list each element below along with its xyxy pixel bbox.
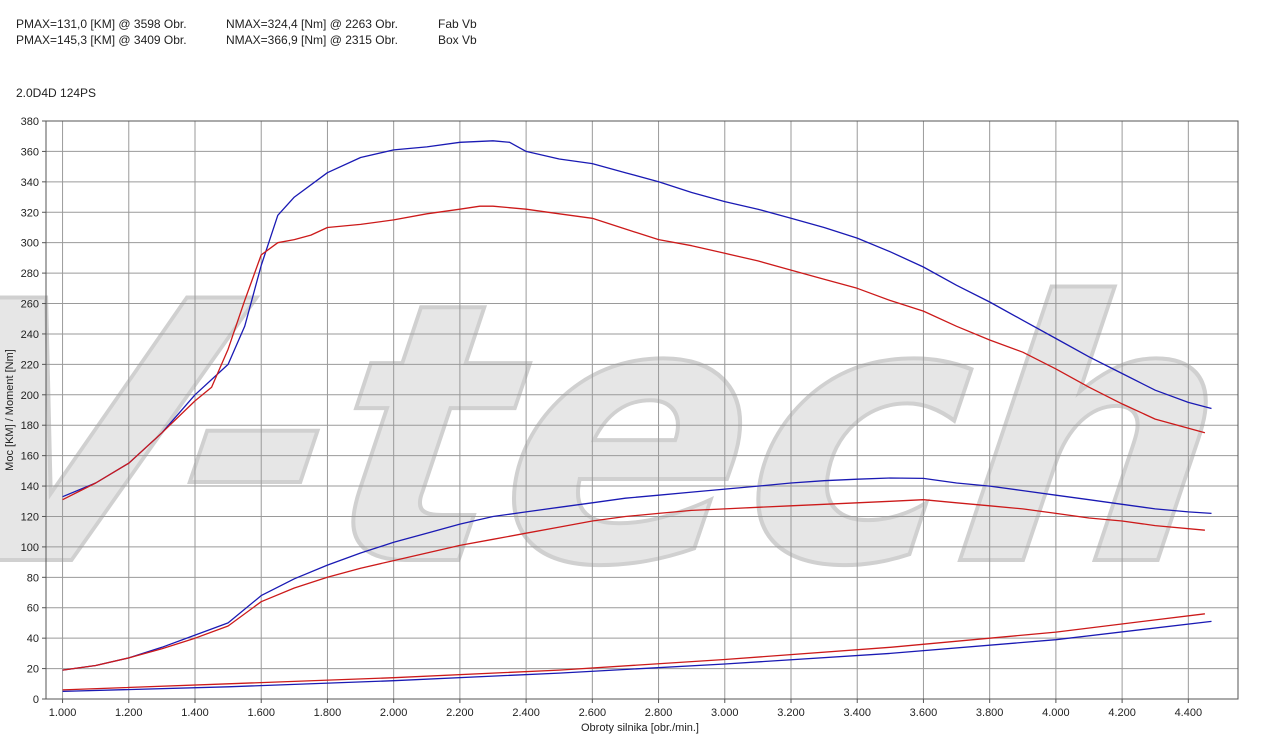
x-tick-label-1: 1.200	[115, 707, 143, 719]
y-tick-label-16: 320	[21, 207, 39, 219]
y-axis-label: Moc [KM] / Moment [Nm]	[4, 349, 16, 471]
x-tick-label-4: 1.800	[314, 707, 342, 719]
watermark-logo: V-tech	[0, 227, 1252, 646]
x-axis-ticks: 1.000 1.200 1.400 1.600 1.800 2.000 2.200 2.400…	[49, 699, 1202, 719]
x-tick-label-8: 2.600	[579, 707, 607, 719]
y-tick-label-3: 60	[27, 603, 39, 615]
y-tick-label-4: 80	[27, 572, 39, 584]
x-axis-label: Obroty silnika [obr./min.]	[581, 722, 699, 734]
x-tick-label-2: 1.400	[181, 707, 209, 719]
x-tick-label-5: 2.000	[380, 707, 408, 719]
y-tick-label-0: 0	[33, 694, 39, 706]
x-tick-label-0: 1.000	[49, 707, 77, 719]
x-tick-label-9: 2.800	[645, 707, 673, 719]
x-tick-label-17: 4.400	[1175, 707, 1203, 719]
x-tick-label-10: 3.000	[711, 707, 739, 719]
y-tick-label-2: 40	[27, 633, 39, 645]
x-tick-label-6: 2.200	[446, 707, 474, 719]
x-tick-label-16: 4.200	[1108, 707, 1136, 719]
y-tick-label-18: 360	[21, 146, 39, 158]
dyno-chart: V-tech 0 20 40 60 80 100 120 140 160 180 200 220 240…	[0, 116, 1254, 734]
y-tick-label-17: 340	[21, 177, 39, 189]
y-tick-label-6: 120	[21, 511, 39, 523]
x-tick-label-3: 1.600	[247, 707, 275, 719]
y-tick-label-8: 160	[21, 451, 39, 463]
y-tick-label-1: 20	[27, 664, 39, 676]
y-tick-label-15: 300	[21, 238, 39, 250]
y-tick-label-9: 180	[21, 420, 39, 432]
y-tick-label-11: 220	[21, 359, 39, 371]
x-tick-label-11: 3.200	[777, 707, 805, 719]
x-tick-label-15: 4.000	[1042, 707, 1070, 719]
y-tick-label-12: 240	[21, 329, 39, 341]
y-tick-label-13: 260	[21, 299, 39, 311]
y-tick-label-10: 200	[21, 390, 39, 402]
y-tick-label-14: 280	[21, 268, 39, 280]
x-tick-label-14: 3.800	[976, 707, 1004, 719]
y-tick-label-5: 100	[21, 542, 39, 554]
x-tick-label-12: 3.400	[843, 707, 871, 719]
y-tick-label-19: 380	[21, 116, 39, 128]
x-tick-label-7: 2.400	[512, 707, 540, 719]
y-tick-label-7: 140	[21, 481, 39, 493]
x-tick-label-13: 3.600	[910, 707, 938, 719]
